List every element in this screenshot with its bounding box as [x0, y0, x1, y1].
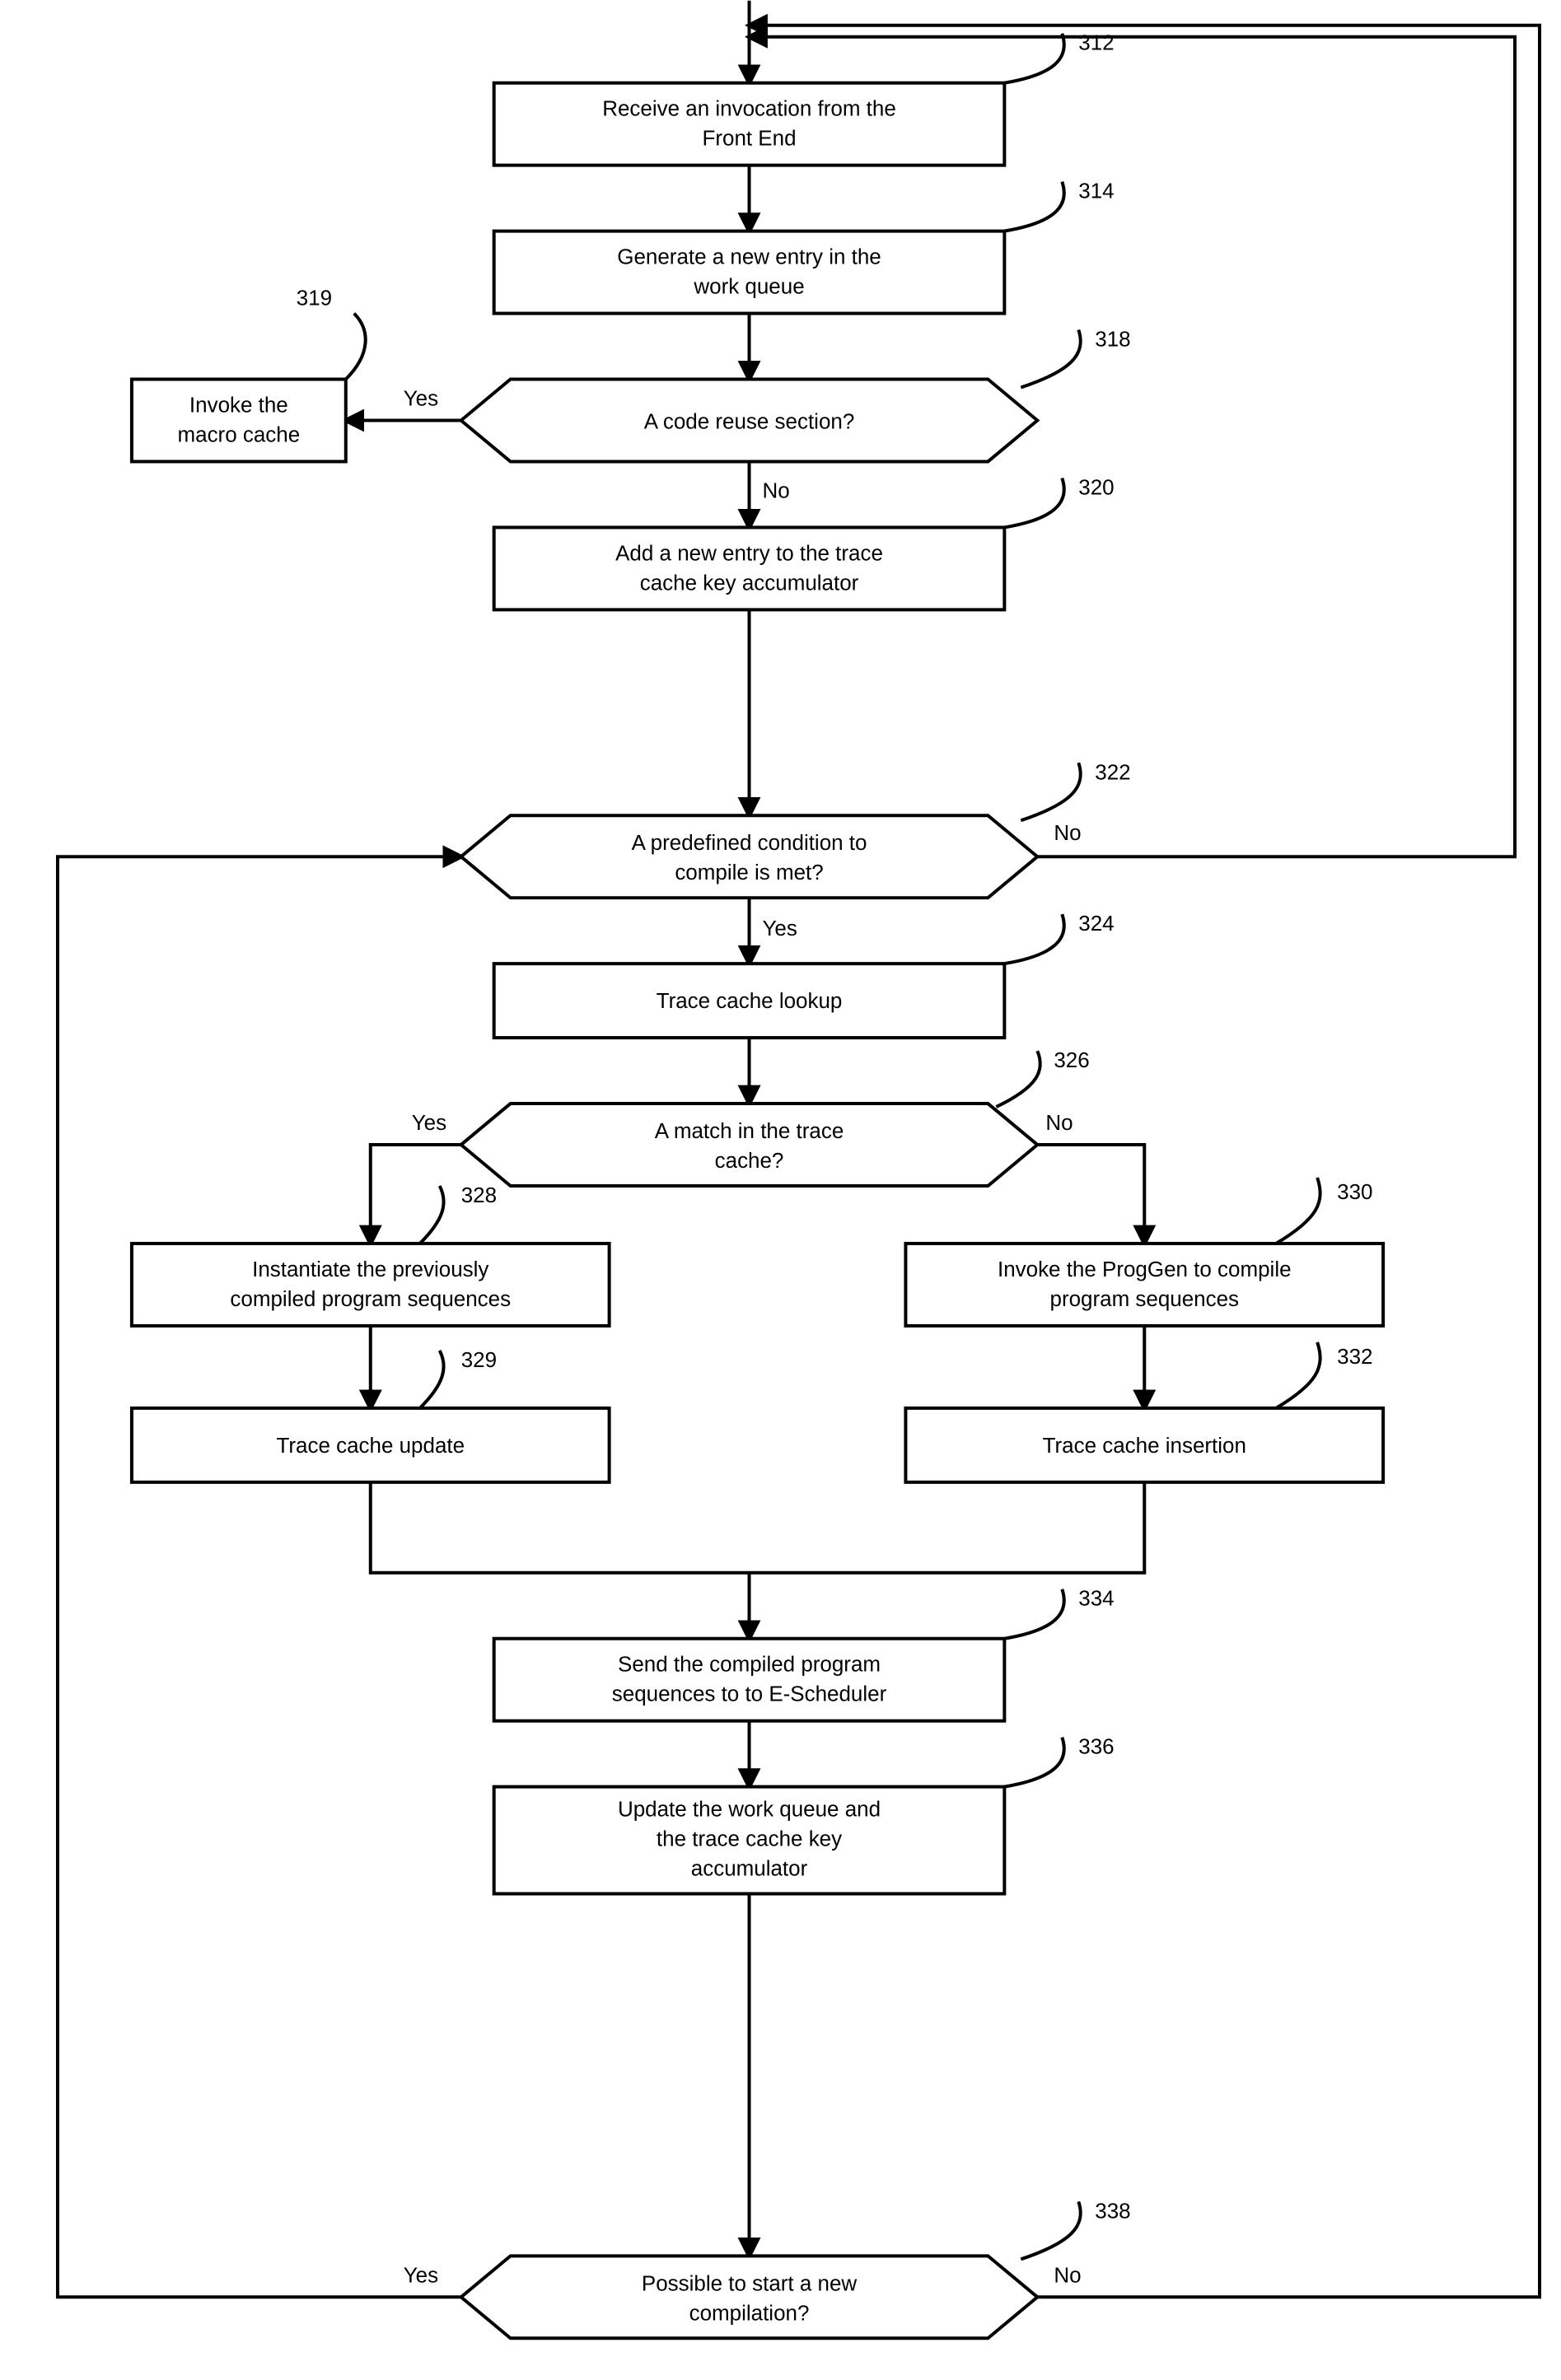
label-322-no: No [1054, 820, 1081, 845]
svg-text:A match in the trace: A match in the trace [655, 1118, 844, 1143]
svg-text:Add a new entry to the trace: Add a new entry to the trace [615, 540, 883, 565]
svg-text:Trace cache lookup: Trace cache lookup [657, 988, 843, 1013]
svg-text:compile is met?: compile is met? [675, 860, 823, 884]
svg-text:compilation?: compilation? [689, 2300, 810, 2325]
node-322-line1: compile is met? [675, 860, 823, 884]
svg-text:Trace cache update: Trace cache update [276, 1433, 465, 1458]
label-326-yes: Yes [412, 1110, 446, 1135]
node-318: A code reuse section? 318 [461, 327, 1131, 462]
node-338: Possible to start a new compilation? 338 [461, 2198, 1131, 2338]
svg-text:accumulator: accumulator [691, 1856, 808, 1881]
ref-329: 329 [461, 1347, 497, 1372]
node-336-line0: Update the work queue and [618, 1797, 881, 1822]
node-320-line0: Add a new entry to the trace [615, 540, 883, 565]
node-334: Send the compiled program sequences to t… [494, 1586, 1115, 1721]
ref-332: 332 [1337, 1344, 1372, 1369]
node-314-line0: Generate a new entry in the [617, 245, 881, 269]
svg-text:cache?: cache? [715, 1148, 784, 1173]
node-334-line1: sequences to to E-Scheduler [612, 1682, 887, 1706]
node-332-line0: Trace cache insertion [1043, 1433, 1246, 1458]
svg-text:Update the work queue and: Update the work queue and [618, 1797, 881, 1822]
label-318-yes: Yes [404, 386, 438, 411]
svg-text:sequences to to E-Scheduler: sequences to to E-Scheduler [612, 1682, 887, 1706]
svg-text:Generate a new entry in the: Generate a new entry in the [617, 245, 881, 269]
node-320: Add a new entry to the trace cache key a… [494, 474, 1115, 609]
ref-312: 312 [1078, 30, 1114, 55]
label-318-no: No [763, 478, 790, 502]
node-326-line0: A match in the trace [655, 1118, 844, 1143]
svg-text:Trace cache insertion: Trace cache insertion [1043, 1433, 1246, 1458]
node-312: Receive an invocation from the Front End… [494, 30, 1115, 166]
svg-text:A predefined condition to: A predefined condition to [632, 830, 867, 855]
node-330-line0: Invoke the ProgGen to compile [998, 1257, 1292, 1281]
node-324: Trace cache lookup 324 [494, 911, 1115, 1038]
edge-329-merge [371, 1482, 750, 1573]
ref-334: 334 [1078, 1586, 1114, 1611]
svg-text:compiled program sequences: compiled program sequences [230, 1286, 511, 1311]
edge-326-no [1037, 1145, 1144, 1244]
svg-text:Send the compiled program: Send the compiled program [618, 1652, 881, 1677]
svg-text:Invoke the: Invoke the [189, 392, 288, 417]
ref-328: 328 [461, 1183, 497, 1207]
label-322-yes: Yes [763, 916, 797, 940]
node-336-line1: the trace cache key [657, 1827, 842, 1851]
node-336-line2: accumulator [691, 1856, 808, 1881]
node-330-line1: program sequences [1050, 1286, 1240, 1311]
svg-text:the trace cache key: the trace cache key [657, 1827, 842, 1851]
svg-text:cache key accumulator: cache key accumulator [640, 570, 859, 595]
label-338-no: No [1054, 2262, 1081, 2287]
ref-314: 314 [1078, 179, 1114, 203]
svg-text:Instantiate the previously: Instantiate the previously [252, 1257, 488, 1281]
node-338-line1: compilation? [689, 2300, 810, 2325]
node-312-line0: Receive an invocation from the [602, 96, 896, 121]
svg-text:Invoke the ProgGen to compile: Invoke the ProgGen to compile [998, 1257, 1292, 1281]
label-326-no: No [1045, 1110, 1073, 1135]
node-312-line1: Front End [702, 126, 796, 151]
node-322-line0: A predefined condition to [632, 830, 867, 855]
node-328-line1: compiled program sequences [230, 1286, 511, 1311]
ref-324: 324 [1078, 911, 1114, 936]
node-326: A match in the trace cache? 326 [461, 1048, 1090, 1186]
node-336: Update the work queue and the trace cach… [494, 1734, 1115, 1894]
edge-332-merge [750, 1482, 1145, 1573]
svg-text:Receive an invocation from the: Receive an invocation from the [602, 96, 896, 121]
node-319-line1: macro cache [178, 422, 301, 446]
ref-338: 338 [1095, 2198, 1130, 2223]
svg-text:program sequences: program sequences [1050, 1286, 1240, 1311]
edge-326-yes [371, 1145, 461, 1244]
ref-326: 326 [1054, 1048, 1089, 1072]
node-334-line0: Send the compiled program [618, 1652, 881, 1677]
ref-318: 318 [1095, 327, 1130, 352]
node-326-line1: cache? [715, 1148, 784, 1173]
node-319-line0: Invoke the [189, 392, 288, 417]
ref-319: 319 [297, 286, 332, 310]
node-320-line1: cache key accumulator [640, 570, 859, 595]
node-314: Generate a new entry in the work queue 3… [494, 179, 1115, 314]
node-329-line0: Trace cache update [276, 1433, 465, 1458]
node-324-line0: Trace cache lookup [657, 988, 843, 1013]
svg-text:Front End: Front End [702, 126, 796, 151]
svg-text:A code reuse section?: A code reuse section? [644, 408, 855, 433]
ref-320: 320 [1078, 474, 1114, 499]
svg-text:work queue: work queue [693, 274, 804, 299]
flowchart: No No Yes No Yes Yes Yes No Invoke the m… [0, 0, 1561, 2380]
node-322: A predefined condition to compile is met… [461, 759, 1131, 898]
node-314-line1: work queue [693, 274, 804, 299]
ref-330: 330 [1337, 1179, 1372, 1204]
svg-text:macro cache: macro cache [178, 422, 301, 446]
label-338-yes: Yes [404, 2262, 438, 2287]
node-318-line0: A code reuse section? [644, 408, 855, 433]
node-338-line0: Possible to start a new [642, 2270, 858, 2295]
svg-text:Possible to start a new: Possible to start a new [642, 2270, 858, 2295]
edge-338-yes [58, 856, 461, 2297]
node-319: Invoke the macro cache 319 [132, 286, 366, 462]
ref-336: 336 [1078, 1734, 1114, 1759]
node-328-line0: Instantiate the previously [252, 1257, 488, 1281]
ref-322: 322 [1095, 759, 1130, 784]
